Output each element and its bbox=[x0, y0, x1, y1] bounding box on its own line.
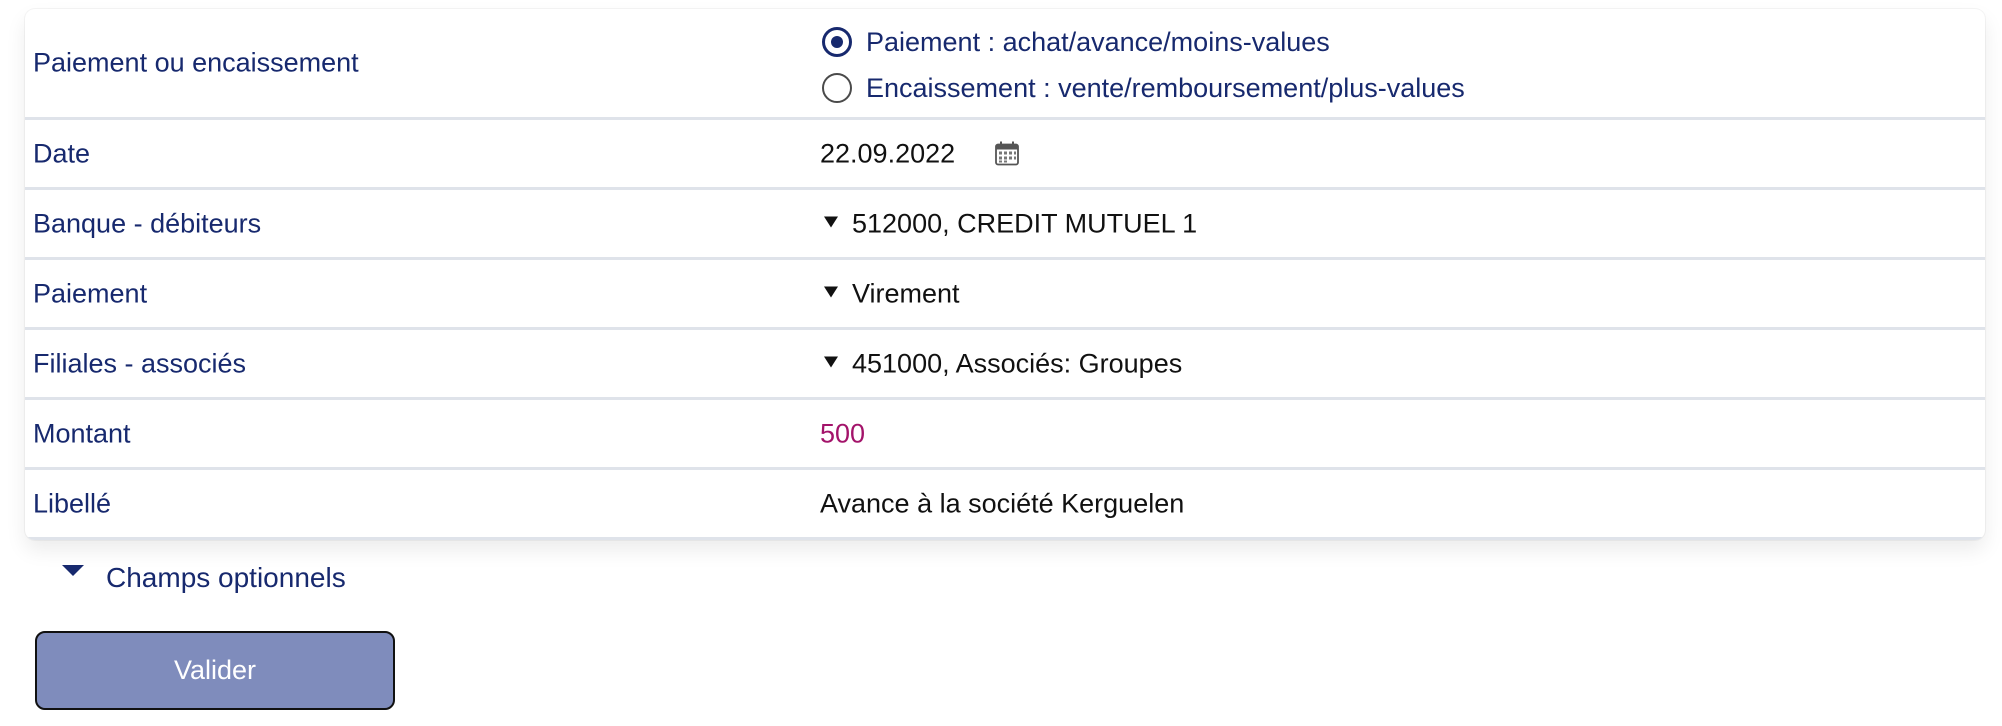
amount-value[interactable]: 500 bbox=[820, 418, 865, 449]
row-description: Libellé Avance à la société Kerguelen bbox=[25, 470, 1985, 540]
calendar-icon[interactable] bbox=[993, 140, 1021, 168]
caret-down-icon[interactable] bbox=[824, 356, 838, 367]
submit-button[interactable]: Valider bbox=[35, 631, 395, 710]
date-field[interactable]: 22.09.2022 bbox=[820, 138, 1021, 169]
row-date: Date 22.09.2022 bbox=[25, 120, 1985, 190]
amount-label: Montant bbox=[33, 418, 131, 448]
radio-payment-checked-icon[interactable] bbox=[822, 27, 852, 57]
description-label: Libellé bbox=[33, 488, 112, 518]
caret-down-icon[interactable] bbox=[62, 564, 84, 576]
bank-value[interactable]: 512000, CREDIT MUTUEL 1 bbox=[852, 208, 1197, 239]
row-bank: Banque - débiteurs 512000, CREDIT MUTUEL… bbox=[25, 190, 1985, 260]
optional-fields-label[interactable]: Champs optionnels bbox=[106, 562, 346, 594]
payment-method-select[interactable]: Virement bbox=[820, 278, 960, 309]
bank-label: Banque - débiteurs bbox=[33, 208, 262, 238]
caret-down-icon[interactable] bbox=[824, 286, 838, 297]
payment-method-label: Paiement bbox=[33, 278, 148, 308]
row-amount: Montant 500 bbox=[25, 400, 1985, 470]
row-payment-method: Paiement Virement bbox=[25, 260, 1985, 330]
payment-method-value[interactable]: Virement bbox=[852, 278, 960, 309]
row-subsidiaries: Filiales - associés 451000, Associés: Gr… bbox=[25, 330, 1985, 400]
radio-collection-unchecked-icon[interactable] bbox=[822, 73, 852, 103]
radio-option-collection[interactable]: Encaissement : vente/remboursement/plus-… bbox=[822, 69, 1465, 107]
row-payment-type: Paiement ou encaissement Paiement : acha… bbox=[25, 9, 1985, 120]
amount-field[interactable]: 500 bbox=[820, 418, 865, 449]
subsidiaries-value[interactable]: 451000, Associés: Groupes bbox=[852, 348, 1182, 379]
payment-type-radio-group: Paiement : achat/avance/moins-values Enc… bbox=[822, 23, 1465, 115]
radio-payment-label: Paiement : achat/avance/moins-values bbox=[866, 26, 1330, 57]
subsidiaries-label: Filiales - associés bbox=[33, 348, 247, 378]
optional-fields-toggle[interactable]: Champs optionnels bbox=[62, 562, 346, 594]
bank-select[interactable]: 512000, CREDIT MUTUEL 1 bbox=[820, 208, 1197, 239]
caret-down-icon[interactable] bbox=[824, 216, 838, 227]
date-label: Date bbox=[33, 138, 91, 168]
radio-option-payment[interactable]: Paiement : achat/avance/moins-values bbox=[822, 23, 1465, 61]
radio-collection-label: Encaissement : vente/remboursement/plus-… bbox=[866, 72, 1465, 103]
description-field[interactable]: Avance à la société Kerguelen bbox=[820, 488, 1184, 519]
payment-type-label: Paiement ou encaissement bbox=[33, 47, 359, 78]
date-value[interactable]: 22.09.2022 bbox=[820, 138, 955, 169]
description-value[interactable]: Avance à la société Kerguelen bbox=[820, 488, 1184, 519]
subsidiaries-select[interactable]: 451000, Associés: Groupes bbox=[820, 348, 1182, 379]
transaction-form: Paiement ou encaissement Paiement : acha… bbox=[25, 9, 1985, 540]
